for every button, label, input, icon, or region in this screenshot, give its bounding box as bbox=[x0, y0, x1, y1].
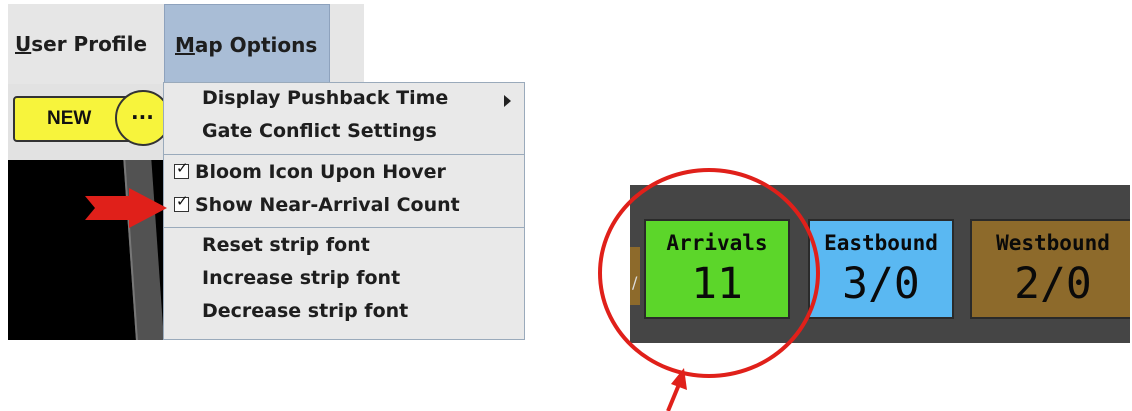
menu-item-decrease-strip-font[interactable]: Decrease strip font bbox=[202, 300, 408, 322]
menu-item-display-pushback-time[interactable]: Display Pushback Time bbox=[202, 87, 448, 109]
westbound-tile[interactable]: Westbound 2/0 bbox=[970, 219, 1130, 319]
menu-item-label: Show Near-Arrival Count bbox=[195, 194, 460, 216]
checkbox-checked-icon: ✓ bbox=[174, 192, 189, 212]
map-options-dropdown: Display Pushback Time Gate Conflict Sett… bbox=[163, 82, 525, 340]
new-button-label: NEW bbox=[47, 108, 92, 129]
menu-item-label: Increase strip font bbox=[202, 267, 401, 289]
menu-item-label: Display Pushback Time bbox=[202, 87, 449, 109]
menu-item-bloom-icon-upon-hover[interactable]: ✓ Bloom Icon Upon Hover bbox=[174, 159, 446, 183]
menu-separator bbox=[164, 227, 524, 228]
highlight-circle bbox=[598, 168, 820, 378]
westbound-label: Westbound bbox=[996, 231, 1110, 255]
menu-item-reset-strip-font[interactable]: Reset strip font bbox=[202, 234, 370, 256]
menu-user-profile-label: ser Profile bbox=[31, 32, 148, 56]
red-arrow-up-icon bbox=[666, 368, 687, 411]
runway-strip bbox=[122, 160, 166, 340]
menu-user-profile-mnemonic: U bbox=[15, 32, 32, 56]
westbound-count: 2/0 bbox=[1014, 259, 1092, 309]
menu-item-show-near-arrival-count[interactable]: ✓ Show Near-Arrival Count bbox=[174, 192, 460, 216]
menu-item-label: Gate Conflict Settings bbox=[202, 120, 437, 142]
menu-item-label: Bloom Icon Upon Hover bbox=[195, 161, 446, 183]
menu-user-profile[interactable]: User Profile bbox=[15, 4, 147, 84]
menu-item-label: Decrease strip font bbox=[202, 300, 409, 322]
menu-item-gate-conflict-settings[interactable]: Gate Conflict Settings bbox=[202, 120, 437, 142]
submenu-arrow-icon bbox=[504, 95, 511, 107]
eastbound-label: Eastbound bbox=[824, 231, 938, 255]
menu-item-label: Reset strip font bbox=[202, 234, 370, 256]
menu-separator bbox=[164, 154, 524, 155]
checkbox-checked-icon: ✓ bbox=[174, 159, 189, 179]
menu-item-increase-strip-font[interactable]: Increase strip font bbox=[202, 267, 400, 289]
eastbound-count: 3/0 bbox=[842, 259, 920, 309]
menu-map-options[interactable]: Map Options bbox=[164, 4, 330, 84]
toolbar: NEW ... bbox=[8, 84, 171, 160]
menu-map-options-label: ap Options bbox=[194, 33, 318, 57]
menu-bar: User Profile Map Options bbox=[8, 4, 364, 85]
more-options-label: ... bbox=[131, 100, 154, 124]
red-arrow-right-icon bbox=[85, 188, 167, 228]
eastbound-tile[interactable]: Eastbound 3/0 bbox=[808, 219, 954, 319]
map-canvas bbox=[8, 160, 168, 340]
menu-map-options-mnemonic: M bbox=[175, 33, 195, 57]
